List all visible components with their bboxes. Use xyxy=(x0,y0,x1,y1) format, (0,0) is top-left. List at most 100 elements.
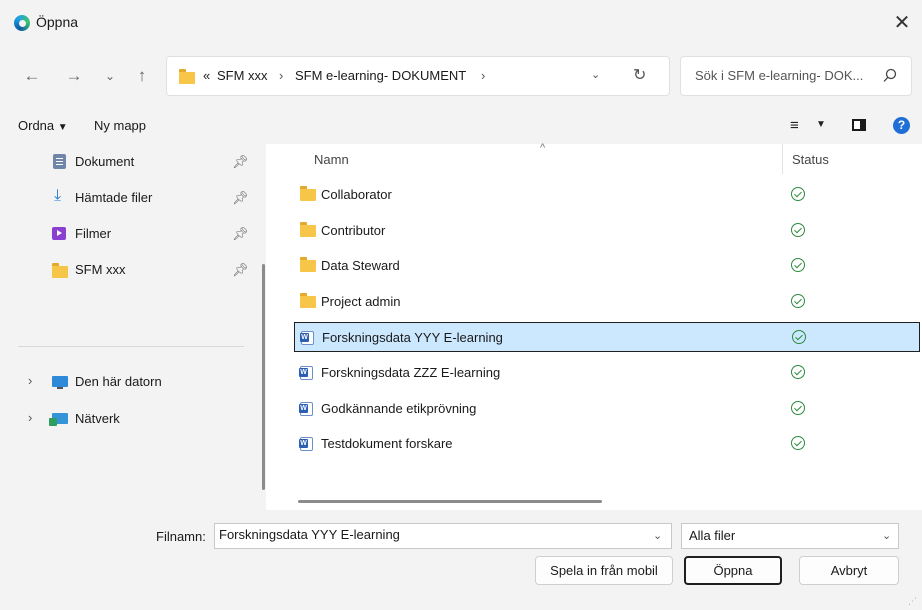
sync-ok-icon xyxy=(791,258,805,272)
sidebar-item-label: Filmer xyxy=(75,226,112,241)
up-icon[interactable]: ↑ xyxy=(128,62,156,90)
file-name: Contributor xyxy=(321,223,386,238)
videos-icon xyxy=(52,227,66,240)
sync-ok-icon xyxy=(791,436,805,450)
record-from-mobile-button[interactable]: Spela in från mobil xyxy=(535,556,673,585)
sync-ok-icon xyxy=(791,223,805,237)
pin-icon[interactable]: 📌︎ xyxy=(232,262,249,278)
horizontal-scrollbar[interactable] xyxy=(298,500,602,503)
folder-icon xyxy=(300,222,316,237)
file-row[interactable]: Forskningsdata ZZZ E-learning xyxy=(294,358,920,388)
back-icon[interactable]: ← xyxy=(18,62,46,90)
column-header-status[interactable]: Status xyxy=(792,152,829,167)
word-document-icon xyxy=(299,437,313,451)
downloads-icon: ⤓ xyxy=(54,187,62,204)
pin-icon[interactable]: 📌︎ xyxy=(232,154,249,170)
sidebar-item-documents[interactable]: Dokument 📌︎ xyxy=(0,148,256,176)
file-name: Forskningsdata ZZZ E-learning xyxy=(321,365,501,380)
caret-down-icon: ▼ xyxy=(57,122,68,133)
navigation-pane: Dokument 📌︎ ⤓ Hämtade filer 📌︎ Filmer 📌︎… xyxy=(0,144,266,510)
organize-label: Ordna xyxy=(18,118,55,133)
documents-icon xyxy=(53,154,66,169)
pin-icon[interactable]: 📌︎ xyxy=(232,190,249,206)
open-button[interactable]: Öppna xyxy=(684,556,782,585)
file-type-value: Alla filer xyxy=(689,528,736,543)
sync-ok-icon xyxy=(791,401,805,415)
file-row[interactable]: Project admin xyxy=(294,287,920,317)
cancel-button[interactable]: Avbryt xyxy=(799,556,899,585)
word-document-icon xyxy=(299,402,313,416)
caret-down-icon[interactable]: ▼ xyxy=(816,119,826,130)
sort-ascending-icon: ^ xyxy=(540,142,546,154)
edge-icon xyxy=(14,15,30,31)
chevron-down-icon[interactable]: ⌄ xyxy=(591,68,600,81)
file-name: Forskningsdata YYY E-learning xyxy=(322,330,503,345)
folder-icon xyxy=(300,186,316,201)
folder-icon xyxy=(52,263,68,278)
word-document-icon xyxy=(300,331,314,345)
file-row[interactable]: Collaborator xyxy=(294,180,920,210)
file-name: Godkännande etikprövning xyxy=(321,401,477,416)
filename-input[interactable] xyxy=(219,527,639,542)
title-bar: Öppna ✕ xyxy=(0,0,922,46)
view-options-icon[interactable]: ≡ xyxy=(790,117,799,134)
search-placeholder[interactable]: Sök i SFM e-learning- DOK... xyxy=(695,68,863,83)
preview-pane-icon[interactable] xyxy=(852,119,866,131)
sidebar-item-videos[interactable]: Filmer 📌︎ xyxy=(0,220,256,248)
file-name: Project admin xyxy=(321,294,401,309)
sidebar-item-label: Nätverk xyxy=(75,411,120,426)
sidebar-item-label: Hämtade filer xyxy=(75,190,153,205)
command-bar: Ordna ▼ Ny mapp ≡ ▼ ? xyxy=(0,108,922,144)
chevron-down-icon[interactable]: ⌄ xyxy=(882,529,891,542)
breadcrumb-separator-icon[interactable]: › xyxy=(481,68,485,83)
breadcrumb-overflow[interactable]: « xyxy=(203,68,210,83)
forward-icon[interactable]: → xyxy=(60,62,88,90)
file-row[interactable]: Testdokument forskare xyxy=(294,429,920,459)
sidebar-item-label: Dokument xyxy=(75,154,135,169)
sidebar-item-sfm-xxx[interactable]: SFM xxx 📌︎ xyxy=(0,256,256,284)
filename-field[interactable]: ⌄ xyxy=(214,523,672,549)
address-bar[interactable]: « SFM xxx › SFM e-learning- DOKUMENT › ⌄… xyxy=(166,56,670,96)
chevron-right-icon[interactable]: › xyxy=(28,373,32,388)
sidebar-item-label: SFM xxx xyxy=(75,262,126,277)
file-row[interactable]: Data Steward xyxy=(294,251,920,281)
file-name: Collaborator xyxy=(321,187,392,202)
sync-ok-icon xyxy=(791,187,805,201)
sidebar-item-this-pc[interactable]: › Den här datorn xyxy=(0,368,256,396)
file-type-select[interactable]: Alla filer ⌄ xyxy=(681,523,899,549)
network-icon xyxy=(49,413,68,426)
sync-ok-icon xyxy=(791,294,805,308)
filename-label: Filnamn: xyxy=(156,529,206,544)
sidebar-item-network[interactable]: › Nätverk xyxy=(0,405,256,433)
close-button[interactable]: ✕ xyxy=(882,6,922,40)
file-name: Testdokument forskare xyxy=(321,436,453,451)
chevron-down-icon[interactable]: ⌄ xyxy=(653,529,662,542)
folder-icon xyxy=(179,69,195,84)
breadcrumb-item[interactable]: SFM e-learning- DOKUMENT xyxy=(295,68,466,83)
file-row-selected[interactable]: Forskningsdata YYY E-learning xyxy=(294,322,920,352)
sync-ok-icon xyxy=(791,365,805,379)
search-icon[interactable] xyxy=(881,67,899,85)
breadcrumb-item[interactable]: SFM xxx xyxy=(217,68,268,83)
file-row[interactable]: Contributor xyxy=(294,216,920,246)
computer-icon xyxy=(52,376,68,389)
help-icon[interactable]: ? xyxy=(893,117,910,134)
divider xyxy=(18,346,244,347)
sidebar-scrollbar[interactable] xyxy=(262,264,265,490)
column-header-name[interactable]: Namn xyxy=(314,152,349,167)
column-divider[interactable] xyxy=(782,144,783,174)
resize-grip-icon[interactable]: ⋰ xyxy=(908,596,918,606)
dialog-footer: Filnamn: ⌄ Alla filer ⌄ Spela in från mo… xyxy=(0,510,922,610)
new-folder-button[interactable]: Ny mapp xyxy=(94,118,146,133)
file-row[interactable]: Godkännande etikprövning xyxy=(294,394,920,424)
recent-locations-icon[interactable]: ⌄ xyxy=(96,62,124,90)
sidebar-item-downloads[interactable]: ⤓ Hämtade filer 📌︎ xyxy=(0,184,256,212)
breadcrumb-separator-icon: › xyxy=(279,68,284,83)
pin-icon[interactable]: 📌︎ xyxy=(232,226,249,242)
organize-button[interactable]: Ordna ▼ xyxy=(18,118,68,133)
chevron-right-icon[interactable]: › xyxy=(28,410,32,425)
search-box[interactable]: Sök i SFM e-learning- DOK... xyxy=(680,56,912,96)
sync-ok-icon xyxy=(792,330,806,344)
refresh-icon[interactable]: ↻ xyxy=(633,65,646,85)
window-title: Öppna xyxy=(36,14,79,30)
